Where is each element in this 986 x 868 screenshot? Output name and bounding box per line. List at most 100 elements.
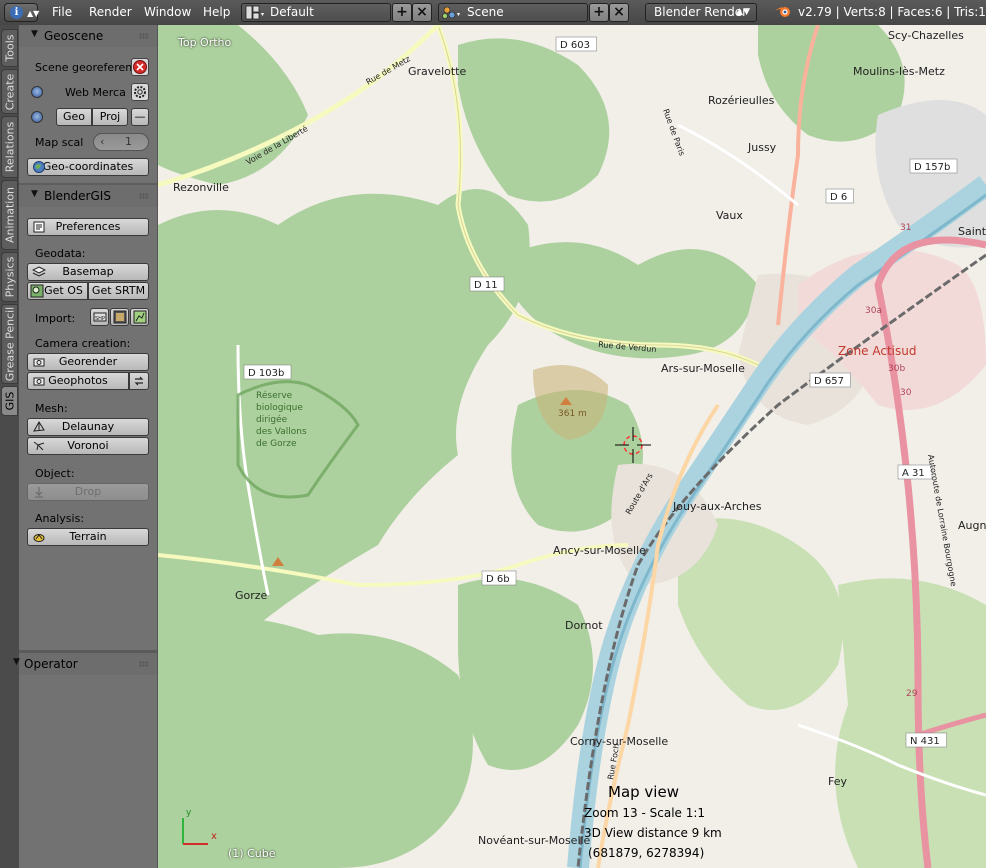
drag-grip-icon[interactable] (139, 33, 149, 39)
toolshelf-tabs: Tools Create Relations Animation Physics… (0, 25, 20, 868)
georef-status-button[interactable] (131, 58, 149, 76)
panel-title: BlenderGIS (44, 189, 111, 203)
blender-logo-icon (775, 7, 790, 17)
delete-screen-button[interactable]: × (412, 3, 432, 22)
drop-button[interactable]: Drop (27, 483, 149, 501)
raster-icon (113, 310, 127, 324)
tab-relations[interactable]: Relations (1, 116, 18, 178)
place-label: Ars-sur-Moselle (661, 362, 745, 375)
chevron-updown-icon: ▲▼ (27, 9, 40, 18)
button-label: Georender (58, 355, 118, 368)
operator-panel-header[interactable]: ▼ Operator (13, 653, 157, 675)
geodata-label: Geodata: (35, 247, 86, 260)
voronoi-button[interactable]: Voronoi (27, 437, 149, 455)
preferences-button[interactable]: Preferences (27, 218, 149, 236)
road-number-label: N 431 (910, 736, 940, 747)
panel-title: Operator (24, 657, 78, 671)
axis-y-label: y (186, 808, 192, 818)
place-label: Rozérieulles (708, 94, 775, 107)
add-screen-button[interactable]: + (392, 3, 412, 22)
get-os-button[interactable]: Get OS (27, 282, 88, 300)
geophotos-cycle-button[interactable] (129, 372, 149, 390)
menu-window[interactable]: Window (144, 3, 191, 22)
tab-create[interactable]: Create (1, 69, 18, 114)
terrain-button[interactable]: Terrain (27, 528, 149, 546)
terrain-icon (33, 534, 45, 542)
tab-label: Relations (3, 121, 16, 173)
camera-creation-label: Camera creation: (35, 337, 131, 350)
geo-radio-button[interactable] (31, 111, 43, 123)
button-label: Delaunay (61, 420, 115, 433)
place-label: Gorze (235, 589, 268, 602)
drag-grip-icon[interactable] (139, 193, 149, 199)
geo-button[interactable]: Geo (56, 108, 92, 126)
reserve-label: des Vallons (256, 427, 307, 437)
remove-button[interactable]: — (131, 108, 149, 126)
tab-tools[interactable]: Tools (1, 29, 18, 67)
import-raster-button[interactable] (110, 308, 129, 326)
menu-file[interactable]: File (52, 3, 72, 22)
import-shapefile-button[interactable]: SHP (90, 308, 109, 326)
get-srtm-button[interactable]: Get SRTM (88, 282, 149, 300)
coordinates-readout: (681879, 6278394) (588, 846, 705, 860)
map-view-title: Map view (608, 783, 679, 801)
delaunay-button[interactable]: Delaunay (27, 418, 149, 436)
road-junction-label: 29 (906, 689, 918, 699)
reserve-label: Réserve (256, 390, 293, 401)
stats-text: v2.79 | Verts:8 | Faces:6 | Tris:12 | Ob (798, 5, 986, 19)
proj-button[interactable]: Proj (92, 108, 128, 126)
tab-animation[interactable]: Animation (1, 180, 18, 250)
menu-help[interactable]: Help (203, 3, 230, 22)
scene-field[interactable]: ▾ Scene (438, 3, 588, 22)
reserve-label: de Gorze (256, 439, 297, 449)
geoscene-panel-header[interactable]: ▼ Geoscene (19, 25, 157, 47)
place-label: Ancy-sur-Moselle (553, 544, 646, 557)
camera-icon (33, 377, 45, 386)
road-number-label: D 11 (474, 280, 498, 291)
voronoi-icon (33, 441, 45, 451)
camera-icon (33, 358, 45, 367)
axis-gizmo (182, 818, 208, 845)
plus-icon: + (593, 4, 605, 20)
chevron-left-icon: ‹ (100, 135, 105, 148)
globe-icon (33, 161, 45, 173)
tab-gis[interactable]: GIS (1, 386, 18, 416)
road-number-label: D 657 (814, 376, 844, 387)
scene-stats: v2.79 | Verts:8 | Faces:6 | Tris:12 | Ob (774, 3, 986, 22)
geo-coordinates-button[interactable]: Geo-coordinates (27, 158, 149, 176)
drag-grip-icon[interactable] (139, 661, 149, 667)
blendergis-panel-header[interactable]: ▼ BlenderGIS (19, 185, 157, 207)
crs-radio-button[interactable] (31, 86, 43, 98)
map-download-icon (30, 284, 44, 298)
collapse-triangle-icon: ▼ (13, 657, 20, 667)
tab-grease-pencil[interactable]: Grease Pencil (1, 304, 18, 384)
map-scale-field[interactable]: ‹ 1 (93, 133, 149, 151)
3d-viewport[interactable]: Gravelotte Rezonville Rozérieulles Jussy Vau… (158, 25, 986, 868)
button-label: Geophotos (48, 374, 108, 387)
georender-button[interactable]: Georender (27, 353, 149, 371)
close-icon: × (416, 4, 428, 20)
delete-scene-button[interactable]: × (609, 3, 629, 22)
import-gpx-button[interactable] (130, 308, 149, 326)
screen-layout-field[interactable]: ▾ Default (241, 3, 391, 22)
menu-render[interactable]: Render (89, 3, 132, 22)
crs-label: Web Merca (65, 86, 126, 99)
place-label: Zone Actisud (838, 344, 916, 358)
3d-cursor-icon[interactable] (613, 425, 653, 465)
basemap-button[interactable]: Basemap (27, 263, 149, 281)
editor-type-selector[interactable]: i ▲▼ (4, 3, 40, 22)
place-label: Rezonville (173, 181, 229, 194)
import-label: Import: (35, 312, 76, 325)
peak-label: 361 m (558, 409, 587, 419)
button-label: Basemap (62, 265, 114, 278)
tab-physics[interactable]: Physics (1, 252, 18, 302)
road-junction-label: 30a (865, 306, 882, 316)
geophotos-button[interactable]: Geophotos (27, 372, 129, 390)
axis-x-label: x (211, 831, 217, 842)
place-label: Vaux (716, 209, 743, 222)
add-scene-button[interactable]: + (589, 3, 609, 22)
render-engine-dropdown[interactable]: Blender Render ▲▼ (645, 3, 757, 22)
place-label: Scy-Chazelles (888, 29, 964, 42)
crs-settings-button[interactable] (131, 83, 149, 101)
object-label: Object: (35, 467, 75, 480)
